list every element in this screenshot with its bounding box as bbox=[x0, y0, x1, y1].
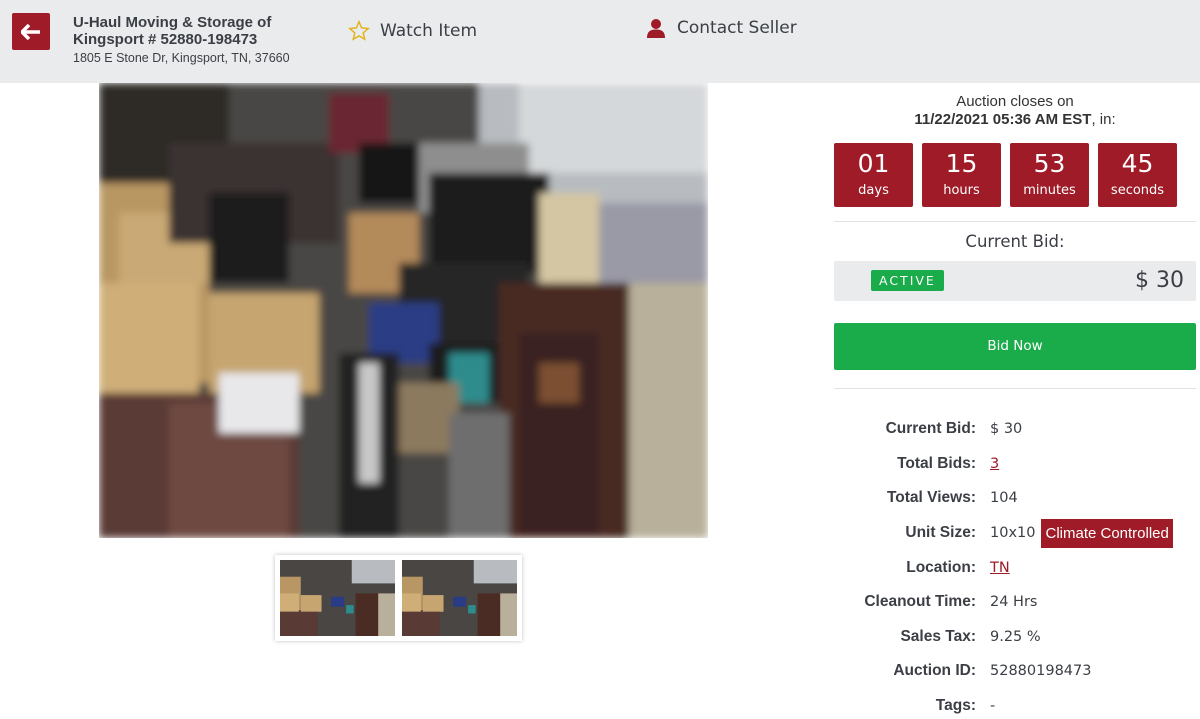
countdown-days: 01 days bbox=[834, 143, 913, 207]
bid-now-button[interactable]: Bid Now bbox=[834, 323, 1196, 370]
watch-item-label: Watch Item bbox=[380, 21, 478, 41]
countdown-seconds-value: 45 bbox=[1121, 149, 1154, 178]
countdown-seconds-label: seconds bbox=[1110, 183, 1165, 198]
detail-value: 10x10 bbox=[990, 525, 1036, 542]
thumbnail-2[interactable] bbox=[402, 560, 517, 636]
thumbnail-1[interactable] bbox=[280, 560, 395, 636]
total-bids-link[interactable]: 3 bbox=[990, 456, 999, 472]
detail-value: 104 bbox=[990, 490, 1018, 507]
countdown-minutes: 53 minutes bbox=[1010, 143, 1089, 207]
countdown-timer: 01 days 15 hours 53 minutes 45 seconds bbox=[834, 143, 1196, 207]
status-badge: ACTIVE bbox=[871, 270, 944, 291]
detail-row-sales-tax: Sales Tax: 9.25 % bbox=[834, 620, 1196, 655]
detail-row-cleanout-time: Cleanout Time: 24 Hrs bbox=[834, 585, 1196, 620]
detail-label: Cleanout Time: bbox=[864, 593, 976, 611]
detail-row-unit-size: Unit Size: 10x10 Climate Controlled bbox=[834, 516, 1196, 551]
detail-row-auction-id: Auction ID: 52880198473 bbox=[834, 654, 1196, 689]
detail-row-total-bids: Total Bids: 3 bbox=[834, 447, 1196, 482]
closes-label: Auction closes on bbox=[956, 93, 1074, 110]
detail-label: Unit Size: bbox=[905, 524, 976, 542]
facility-info: U-Haul Moving & Storage of Kingsport # 5… bbox=[73, 14, 293, 65]
star-icon bbox=[348, 20, 370, 41]
countdown-minutes-label: minutes bbox=[1023, 183, 1076, 198]
countdown-seconds: 45 seconds bbox=[1098, 143, 1177, 207]
facility-address: 1805 E Stone Dr, Kingsport, TN, 37660 bbox=[73, 51, 290, 65]
facility-name: U-Haul Moving & Storage of Kingsport # 5… bbox=[73, 14, 272, 48]
detail-label: Tags: bbox=[935, 697, 976, 715]
auction-closes: Auction closes on 11/22/2021 05:36 AM ES… bbox=[834, 93, 1196, 129]
closes-suffix: , in: bbox=[1091, 111, 1116, 128]
detail-value: $ 30 bbox=[990, 421, 1023, 438]
countdown-hours-label: hours bbox=[943, 183, 980, 198]
countdown-hours-value: 15 bbox=[945, 149, 978, 178]
watch-item-button[interactable]: Watch Item bbox=[348, 20, 477, 42]
countdown-minutes-value: 53 bbox=[1033, 149, 1066, 178]
detail-value: 52880198473 bbox=[990, 663, 1092, 680]
closes-datetime: 11/22/2021 05:36 AM EST, in: bbox=[834, 111, 1196, 129]
countdown-hours: 15 hours bbox=[922, 143, 1001, 207]
detail-row-total-views: Total Views: 104 bbox=[834, 481, 1196, 516]
contact-seller-label: Contact Seller bbox=[677, 18, 797, 38]
divider bbox=[834, 221, 1196, 222]
arrow-left-icon bbox=[21, 23, 40, 40]
auction-panel: Auction closes on 11/22/2021 05:36 AM ES… bbox=[834, 83, 1196, 389]
contact-seller-button[interactable]: Contact Seller bbox=[646, 18, 797, 38]
detail-row-tags: Tags: - bbox=[834, 689, 1196, 719]
current-bid-title: Current Bid: bbox=[965, 232, 1065, 251]
current-bid-amount: $ 30 bbox=[1135, 268, 1184, 293]
detail-row-location: Location: TN bbox=[834, 550, 1196, 585]
detail-label: Sales Tax: bbox=[900, 627, 976, 645]
detail-value: 24 Hrs bbox=[990, 594, 1038, 611]
detail-label: Total Bids: bbox=[897, 454, 976, 472]
current-bid-row: ACTIVE $ 30 bbox=[834, 261, 1196, 301]
back-button[interactable] bbox=[12, 13, 50, 50]
detail-label: Location: bbox=[906, 558, 976, 576]
divider bbox=[834, 388, 1196, 389]
detail-value: - bbox=[990, 698, 996, 715]
location-link[interactable]: TN bbox=[990, 560, 1010, 576]
closes-date: 11/22/2021 05:36 AM EST bbox=[914, 111, 1092, 128]
detail-label: Auction ID: bbox=[893, 662, 976, 680]
countdown-days-label: days bbox=[858, 183, 889, 198]
detail-label: Total Views: bbox=[886, 489, 976, 507]
detail-row-current-bid: Current Bid: $ 30 bbox=[834, 412, 1196, 447]
unit-main-photo[interactable] bbox=[99, 83, 708, 538]
detail-label: Current Bid: bbox=[885, 420, 976, 438]
detail-value: 9.25 % bbox=[990, 628, 1041, 645]
climate-controlled-badge: Climate Controlled bbox=[1041, 518, 1173, 548]
person-icon bbox=[647, 19, 665, 38]
auction-details: Current Bid: $ 30 Total Bids: 3 Total Vi… bbox=[834, 412, 1196, 719]
header-bar: U-Haul Moving & Storage of Kingsport # 5… bbox=[0, 0, 1200, 83]
thumbnail-strip bbox=[275, 555, 522, 641]
countdown-days-value: 01 bbox=[857, 149, 890, 178]
